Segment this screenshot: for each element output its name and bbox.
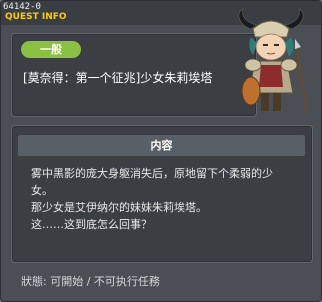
description-line: 女。 xyxy=(31,184,53,197)
description-line: 这……这到底怎么回事？ xyxy=(31,218,152,231)
quest-info-window: 64142-0 QUEST INFO 一般 [莫奈得：第一个征兆]少女朱莉埃塔 … xyxy=(0,0,322,302)
quest-category-badge: 一般 xyxy=(21,41,81,58)
description-line: 雾中黑影的庞大身躯消失后，原地留下个柔弱的少 xyxy=(31,167,273,180)
window-title: QUEST INFO xyxy=(5,12,67,22)
npc-portrait xyxy=(238,8,308,114)
content-section-header: 内容 xyxy=(18,135,305,156)
description-line: 那少女是艾伊纳尔的妹妹朱莉埃塔。 xyxy=(31,201,207,214)
quest-id: 64142-0 xyxy=(3,2,41,12)
quest-status: 狀態: 可開始 / 不可执行任務 xyxy=(21,275,160,288)
quest-description: 雾中黑影的庞大身躯消失后，原地留下个柔弱的少 女。 那少女是艾伊纳尔的妹妹朱莉埃… xyxy=(31,165,301,233)
quest-name: [莫奈得：第一个征兆]少女朱莉埃塔 xyxy=(23,71,213,85)
